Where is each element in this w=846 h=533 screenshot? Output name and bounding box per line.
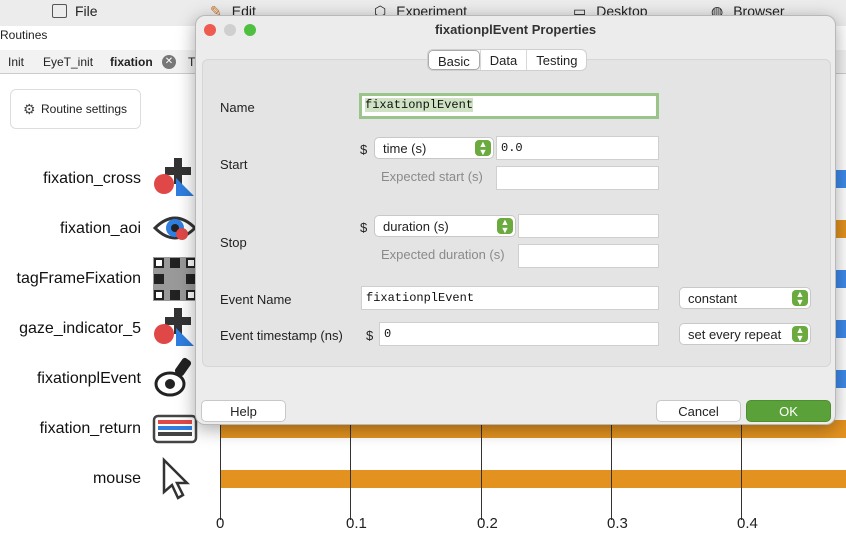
- cancel-button[interactable]: Cancel: [656, 400, 741, 422]
- component-bar[interactable]: [836, 170, 846, 188]
- cross-shape-icon[interactable]: [152, 156, 198, 202]
- start-type-select[interactable]: time (s) ▲ ▼: [374, 137, 494, 159]
- chevron-updown-icon: ▲ ▼: [497, 218, 513, 235]
- timeline-tick-label: 0.3: [607, 515, 628, 532]
- dialog-title: fixationplEvent Properties: [434, 22, 597, 37]
- eye-aoi-icon[interactable]: [152, 206, 198, 252]
- timeline-gridline: [611, 420, 612, 520]
- apriltag-frame-icon[interactable]: [152, 256, 198, 302]
- stop-dollar: $: [360, 220, 368, 235]
- tab-eyet-init[interactable]: EyeT_init: [43, 55, 93, 69]
- timeline-gridline: [220, 420, 221, 520]
- timeline-tick-label: 0.4: [737, 515, 758, 532]
- mouse-cursor-icon[interactable]: [152, 456, 198, 502]
- routines-panel-title: Routines: [0, 28, 48, 42]
- help-button[interactable]: Help: [201, 400, 286, 422]
- timeline-tick-label: 0.1: [346, 515, 367, 532]
- component-bar[interactable]: [836, 320, 846, 338]
- close-tab-icon[interactable]: ✕: [162, 55, 176, 69]
- name-label: Name: [220, 100, 255, 115]
- expected-duration-label: Expected duration (s): [381, 247, 505, 262]
- component-name[interactable]: gaze_indicator_5: [19, 320, 141, 338]
- component-bar[interactable]: [836, 220, 846, 238]
- start-value-field[interactable]: 0.0: [496, 136, 659, 160]
- tab-basic[interactable]: Basic: [428, 50, 480, 70]
- timeline-tick-label: 0: [216, 515, 225, 532]
- component-name[interactable]: fixation_aoi: [60, 220, 141, 238]
- event-timestamp-mode-select[interactable]: set every repeat ▲ ▼: [679, 323, 811, 345]
- expected-start-field[interactable]: [496, 166, 659, 190]
- component-name[interactable]: fixation_return: [40, 420, 141, 438]
- start-dollar: $: [360, 142, 368, 157]
- tab-data[interactable]: Data: [479, 50, 526, 70]
- menu-file[interactable]: File: [52, 3, 98, 19]
- keyboard-icon[interactable]: [152, 406, 198, 452]
- event-name-field[interactable]: fixationplEvent: [361, 286, 659, 310]
- cross-shape-icon[interactable]: [152, 306, 198, 352]
- component-bar[interactable]: [220, 470, 846, 488]
- component-name[interactable]: fixation_cross: [43, 170, 141, 188]
- chevron-updown-icon: ▲ ▼: [792, 326, 808, 343]
- dialog-tabs: Basic Data Testing: [427, 49, 588, 71]
- stamp-event-icon[interactable]: [152, 356, 198, 402]
- event-timestamp-dollar: $: [366, 328, 374, 343]
- component-bar[interactable]: [836, 370, 846, 388]
- timeline-gridline: [741, 420, 742, 520]
- name-field[interactable]: fixationplEvent: [359, 93, 659, 119]
- stop-label: Stop: [220, 235, 247, 250]
- tab-testing[interactable]: Testing: [526, 50, 586, 70]
- component-bar[interactable]: [836, 270, 846, 288]
- tab-fixation[interactable]: fixation: [110, 55, 153, 69]
- timeline-tick-label: 0.2: [477, 515, 498, 532]
- stop-value-field[interactable]: [518, 214, 659, 238]
- expected-start-label: Expected start (s): [381, 169, 483, 184]
- start-label: Start: [220, 157, 248, 172]
- file-icon: [52, 4, 67, 18]
- event-name-label: Event Name: [220, 292, 292, 307]
- chevron-updown-icon: ▲ ▼: [475, 140, 491, 157]
- event-timestamp-label: Event timestamp (ns): [220, 328, 343, 343]
- tab-init[interactable]: Init: [8, 55, 24, 69]
- event-timestamp-field[interactable]: 0: [379, 322, 659, 346]
- expected-duration-field[interactable]: [518, 244, 659, 268]
- gear-icon: ⚙: [23, 101, 36, 117]
- chevron-updown-icon: ▲ ▼: [792, 290, 808, 307]
- properties-dialog: fixationplEvent Properties Basic Data Te…: [195, 15, 836, 425]
- timeline-gridline: [481, 420, 482, 520]
- routine-settings-button[interactable]: ⚙ Routine settings: [10, 89, 141, 129]
- component-name[interactable]: mouse: [93, 470, 141, 488]
- stop-type-select[interactable]: duration (s) ▲ ▼: [374, 215, 516, 237]
- component-name[interactable]: tagFrameFixation: [17, 270, 142, 288]
- event-name-mode-select[interactable]: constant ▲ ▼: [679, 287, 811, 309]
- ok-button[interactable]: OK: [746, 400, 831, 422]
- component-name[interactable]: fixationplEvent: [37, 370, 141, 388]
- timeline-gridline: [350, 420, 351, 520]
